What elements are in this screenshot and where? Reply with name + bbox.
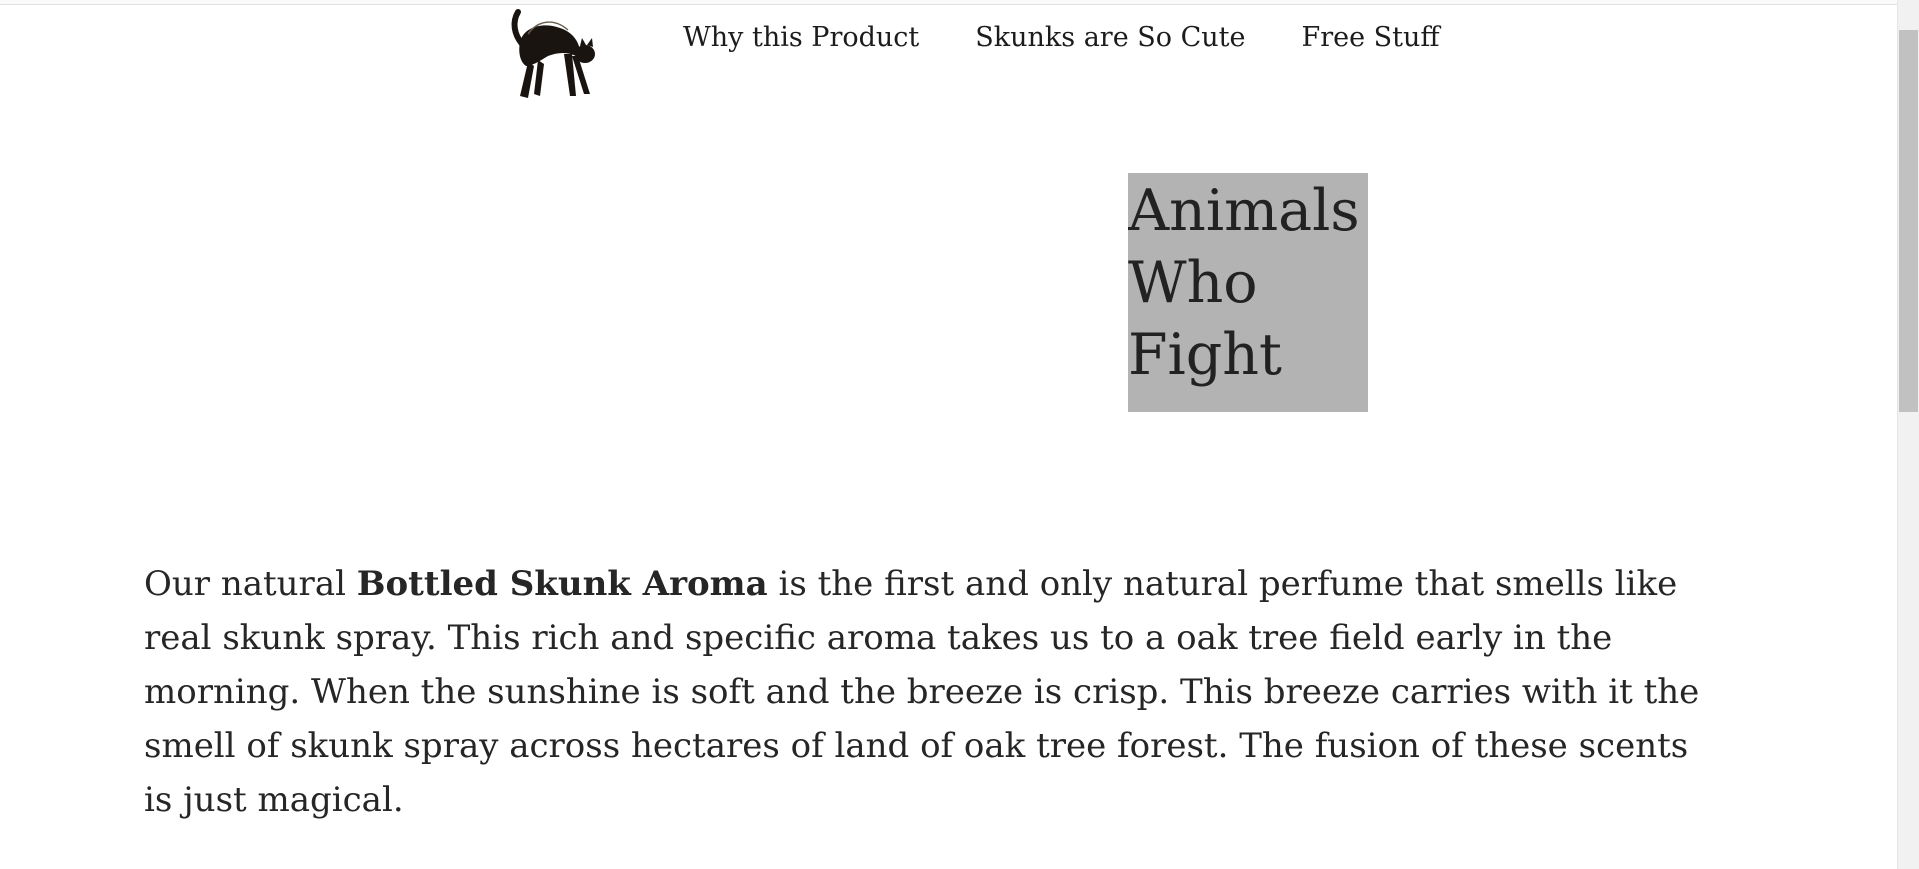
site-logo[interactable] bbox=[498, 4, 602, 104]
vertical-scrollbar-thumb[interactable] bbox=[1899, 30, 1918, 412]
hero-heading-line: Fight bbox=[1128, 322, 1282, 388]
nav-item-why-this-product[interactable]: Why this Product bbox=[683, 18, 919, 58]
nav-item-skunks-are-so-cute[interactable]: Skunks are So Cute bbox=[975, 18, 1245, 58]
product-name: Bottled Skunk Aroma bbox=[356, 564, 768, 604]
intro-prefix: Our natural bbox=[144, 564, 357, 604]
browser-top-edge bbox=[0, 0, 1897, 5]
hero-heading-line: Who bbox=[1128, 250, 1258, 316]
black-cat-icon bbox=[511, 9, 595, 98]
nav-item-free-stuff[interactable]: Free Stuff bbox=[1301, 18, 1439, 58]
main-nav: Why this Product Skunks are So Cute Free… bbox=[683, 18, 1440, 58]
hero-heading-box: Animals Who Fight bbox=[1128, 173, 1368, 412]
intro-paragraph: Our natural Bottled Skunk Aroma is the f… bbox=[144, 557, 1704, 827]
hero-heading-line: Animals bbox=[1128, 178, 1360, 244]
